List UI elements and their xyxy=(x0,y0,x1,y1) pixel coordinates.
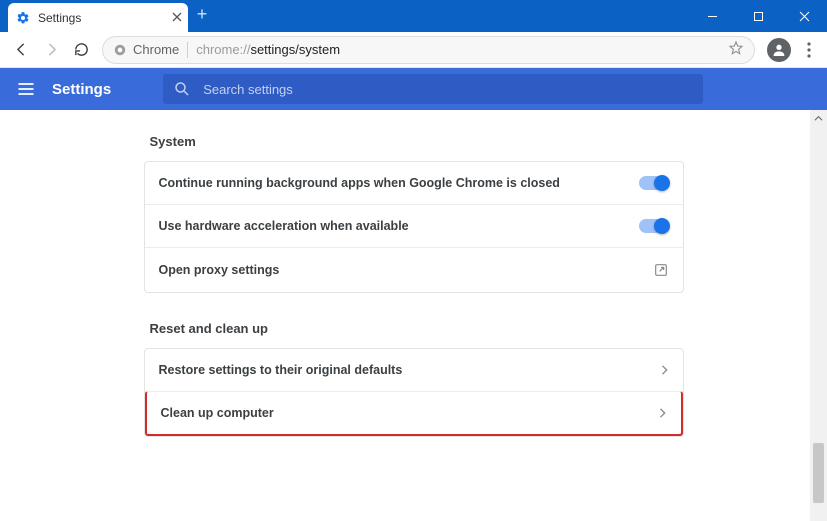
scrollbar-thumb[interactable] xyxy=(813,443,824,503)
row-label: Restore settings to their original defau… xyxy=(159,363,403,377)
settings-app-bar: Settings xyxy=(0,68,827,110)
content-area: System Continue running background apps … xyxy=(0,110,827,521)
system-card: Continue running background apps when Go… xyxy=(144,161,684,293)
window-minimize-button[interactable] xyxy=(689,0,735,32)
close-tab-icon[interactable] xyxy=(172,11,182,25)
site-chip: Chrome xyxy=(113,42,179,57)
row-label: Open proxy settings xyxy=(159,263,280,277)
settings-search-box[interactable] xyxy=(163,74,703,104)
external-link-icon xyxy=(653,262,669,278)
browser-menu-button[interactable] xyxy=(797,42,821,58)
toggle-hardware-acceleration[interactable] xyxy=(639,219,669,233)
row-open-proxy-settings[interactable]: Open proxy settings xyxy=(145,247,683,292)
divider xyxy=(187,42,188,58)
nav-forward-button[interactable] xyxy=(36,35,66,65)
toggle-background-apps[interactable] xyxy=(639,176,669,190)
scrollbar-track[interactable] xyxy=(810,110,827,521)
row-clean-up-computer[interactable]: Clean up computer xyxy=(145,391,683,436)
url-text: chrome://settings/system xyxy=(196,42,340,57)
hamburger-menu-button[interactable] xyxy=(14,77,38,101)
profile-avatar-button[interactable] xyxy=(767,38,791,62)
row-label: Continue running background apps when Go… xyxy=(159,176,560,190)
site-chip-label: Chrome xyxy=(133,42,179,57)
chevron-right-icon xyxy=(661,365,669,375)
row-background-apps[interactable]: Continue running background apps when Go… xyxy=(145,162,683,204)
app-title: Settings xyxy=(52,81,111,98)
window-close-button[interactable] xyxy=(781,0,827,32)
window-maximize-button[interactable] xyxy=(735,0,781,32)
tab-title: Settings xyxy=(38,11,81,25)
scroll-up-arrow[interactable] xyxy=(810,110,827,127)
section-title-reset: Reset and clean up xyxy=(150,321,684,336)
chrome-icon xyxy=(113,43,127,57)
bookmark-star-icon[interactable] xyxy=(728,40,744,59)
address-bar[interactable]: Chrome chrome://settings/system xyxy=(102,36,755,64)
row-restore-defaults[interactable]: Restore settings to their original defau… xyxy=(145,349,683,391)
browser-tab[interactable]: Settings xyxy=(8,3,188,32)
nav-back-button[interactable] xyxy=(6,35,36,65)
new-tab-button[interactable]: + xyxy=(188,0,216,28)
row-hardware-acceleration[interactable]: Use hardware acceleration when available xyxy=(145,204,683,247)
chevron-right-icon xyxy=(659,408,667,418)
gear-icon xyxy=(16,11,30,25)
row-label: Clean up computer xyxy=(161,406,274,420)
nav-reload-button[interactable] xyxy=(66,35,96,65)
reset-card: Restore settings to their original defau… xyxy=(144,348,684,437)
settings-search-input[interactable] xyxy=(203,82,693,97)
row-label: Use hardware acceleration when available xyxy=(159,219,409,233)
search-icon xyxy=(173,80,191,98)
section-title-system: System xyxy=(150,134,684,149)
browser-toolbar: Chrome chrome://settings/system xyxy=(0,32,827,68)
window-titlebar: Settings + xyxy=(0,0,827,32)
